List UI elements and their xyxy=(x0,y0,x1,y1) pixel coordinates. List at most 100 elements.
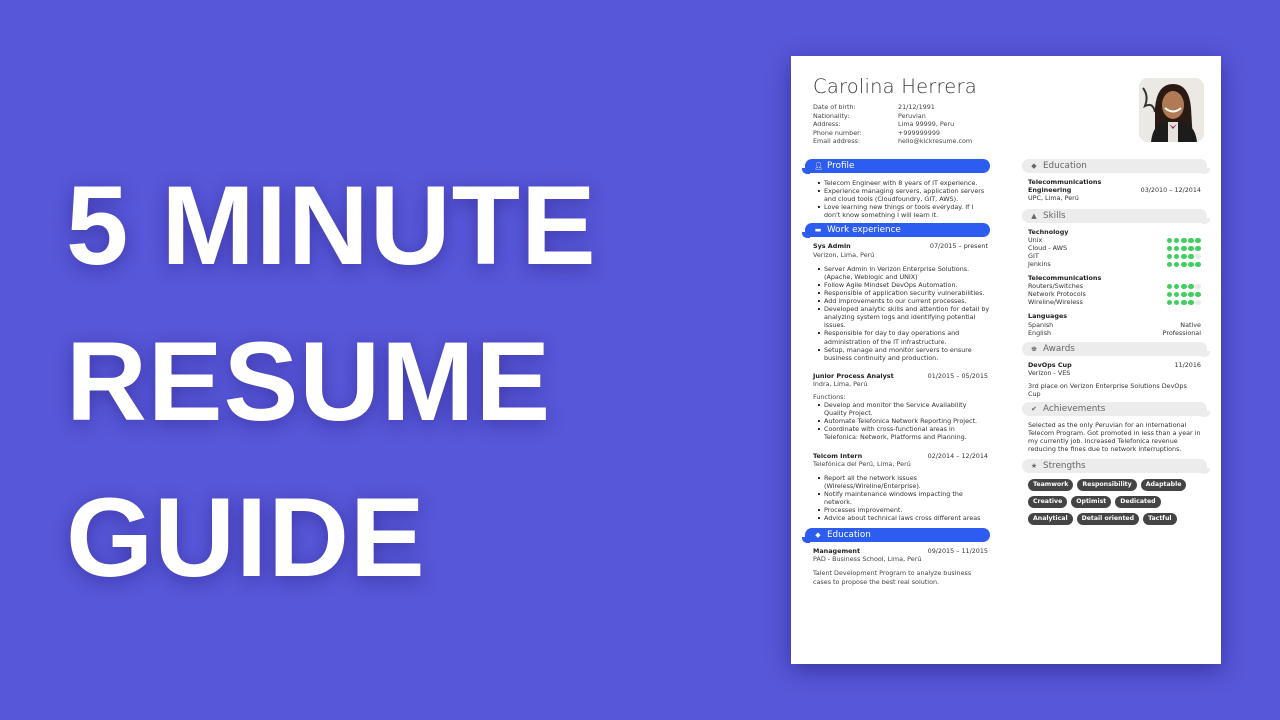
rating-dot-filled xyxy=(1188,291,1194,298)
skill-rating xyxy=(1166,237,1201,244)
graduation-cap-icon: ◆ xyxy=(815,531,821,540)
award-date: 11/2016 xyxy=(1174,360,1201,369)
skill-row: Cloud - AWS xyxy=(1028,244,1201,252)
job-title: Junior Process Analyst xyxy=(813,371,894,380)
skill-label: Network Protocols xyxy=(1028,290,1086,299)
section-header-work: ▬ Work experience xyxy=(802,223,990,239)
list-item: Processes improvement. xyxy=(818,506,990,514)
award-title: DevOps Cup xyxy=(1028,360,1072,369)
headline-line-2: RESUME xyxy=(66,319,552,444)
education-org: PAD - Business School, Lima, Perú xyxy=(813,555,922,564)
education-entry: Telecommunications Engineering UPC, Lima… xyxy=(1022,178,1207,202)
list-item: Notify maintenance windows impacting the… xyxy=(818,490,990,506)
headline-line-3: GUIDE xyxy=(66,475,426,600)
section-title: Strengths xyxy=(1043,461,1086,472)
list-item: Report all the network issues (Wireless/… xyxy=(818,474,990,490)
education-dates: 09/2015 – 11/2015 xyxy=(927,547,988,556)
education-dates: 03/2010 – 12/2014 xyxy=(1140,186,1201,194)
job-duties: Server Admin in Verizon Enterprise Solut… xyxy=(805,265,990,362)
rating-dot-filled xyxy=(1166,299,1173,306)
rating-dot-filled xyxy=(1173,253,1180,260)
list-item: Coordinate with cross-functional areas i… xyxy=(818,425,990,441)
skill-rating xyxy=(1166,299,1201,306)
skill-label: Jenkins xyxy=(1028,260,1051,269)
right-column: ◆ Education Telecommunications Engineeri… xyxy=(1022,159,1210,526)
degree-title: Management xyxy=(813,547,861,556)
rating-dot-filled xyxy=(1195,245,1201,252)
personal-label: Address: xyxy=(813,120,841,128)
language-level: Professional xyxy=(1162,328,1201,337)
rating-dot-filled xyxy=(1166,261,1173,268)
personal-row: Email address: hello@kickresume.com xyxy=(813,137,972,146)
skill-row: Routers/Switches xyxy=(1028,282,1201,290)
strength-tag: Optimist xyxy=(1071,496,1112,509)
rating-dot-filled xyxy=(1181,283,1187,290)
degree-title-line-1: Telecommunications xyxy=(1028,178,1102,186)
personal-row: Phone number: +999999999 xyxy=(813,129,972,138)
award-desc: 3rd place on Verizon Enterprise Solution… xyxy=(1028,381,1187,398)
rating-dot-filled xyxy=(1181,237,1187,244)
section-title: Profile xyxy=(827,161,855,171)
profile-list: Telecom Engineer with 8 years of IT expe… xyxy=(805,179,990,219)
skill-row: Jenkins xyxy=(1028,260,1201,268)
section-title: Education xyxy=(827,530,871,541)
rating-dot-filled xyxy=(1173,283,1180,290)
rating-dot-empty xyxy=(1195,299,1201,306)
skill-group-telecommunications: Routers/Switches Network Protocols Wirelin… xyxy=(1028,282,1201,306)
job-org: Verizon, Lima, Perú xyxy=(813,250,875,259)
skill-group-technology: Unix Cloud - AWS GIT Jenkins xyxy=(1028,236,1201,268)
skill-row: Unix xyxy=(1028,236,1201,244)
list-item: Automate Telefonica Network Reporting Pr… xyxy=(818,417,990,425)
rating-dot-filled xyxy=(1166,291,1173,298)
personal-label: Nationality: xyxy=(813,111,850,120)
personal-row: Nationality: Peruvian xyxy=(813,112,972,121)
personal-value: 21/12/1991 xyxy=(898,103,935,111)
rating-dot-filled xyxy=(1181,261,1187,268)
skill-label: Wireline/Wireless xyxy=(1028,298,1083,307)
skill-rating xyxy=(1166,283,1201,290)
rating-dot-filled xyxy=(1173,245,1180,252)
rating-dot-filled xyxy=(1181,299,1187,306)
personal-value: Lima 99999, Peru xyxy=(898,120,955,128)
strength-tags: Teamwork Responsibility Adaptable Creative O… xyxy=(1022,479,1192,526)
language-name: Spanish xyxy=(1028,320,1054,329)
section-header-profile: 👤︎ Profile xyxy=(802,159,990,174)
rating-dot-filled xyxy=(1181,245,1187,252)
list-item: Server Admin in Verizon Enterprise Solut… xyxy=(818,265,990,281)
section-header-education-right: ◆ Education xyxy=(1022,159,1210,174)
flask-icon: ▲ xyxy=(1031,212,1037,221)
skill-row: Network Protocols xyxy=(1028,290,1201,298)
skill-rating xyxy=(1166,261,1201,268)
checkmark-icon: ✔ xyxy=(1031,404,1037,413)
strength-tag: Dedicated xyxy=(1115,496,1161,509)
rating-dot-filled xyxy=(1173,237,1180,244)
section-title: Awards xyxy=(1043,343,1075,354)
skill-rating xyxy=(1166,245,1201,252)
skill-label: Routers/Switches xyxy=(1028,282,1084,291)
job-dates: 07/2015 – present xyxy=(929,242,988,251)
strength-tag: Adaptable xyxy=(1140,479,1187,492)
section-title: Education xyxy=(1043,161,1087,171)
job-org: Indra, Lima, Perú xyxy=(813,379,868,388)
personal-row: Date of birth: 21/12/1991 xyxy=(813,103,972,112)
profile-photo xyxy=(1139,78,1204,142)
strength-tag: Responsibility xyxy=(1077,479,1137,492)
resume-page: Carolina Herrera Date of birth: 21/12/199… xyxy=(791,56,1221,664)
award-entry: DevOps Cup 11/2016 Verizon - VES 3rd plac… xyxy=(1022,361,1207,398)
section-header-skills: ▲ Skills xyxy=(1022,209,1210,225)
personal-label: Date of birth: xyxy=(813,103,856,111)
resume-name: Carolina Herrera xyxy=(813,75,977,98)
rating-dot-filled xyxy=(1181,253,1187,260)
headline: 5 MINUTE RESUME GUIDE xyxy=(66,148,597,616)
list-item: Developed analytic skills and attention … xyxy=(818,305,990,329)
skill-group-title: Technology xyxy=(1028,228,1069,237)
skill-label: GIT xyxy=(1028,252,1039,261)
section-header-education: ◆ Education xyxy=(802,528,990,544)
rating-dot-filled xyxy=(1173,261,1180,268)
graduation-cap-icon: ◆ xyxy=(1031,162,1037,170)
rating-dot-filled xyxy=(1181,291,1187,298)
list-item: Telecom Engineer with 8 years of IT expe… xyxy=(818,179,990,187)
rating-dot-filled xyxy=(1166,253,1173,260)
award-org: Verizon - VES xyxy=(1028,368,1071,377)
language-name: English xyxy=(1028,328,1052,337)
